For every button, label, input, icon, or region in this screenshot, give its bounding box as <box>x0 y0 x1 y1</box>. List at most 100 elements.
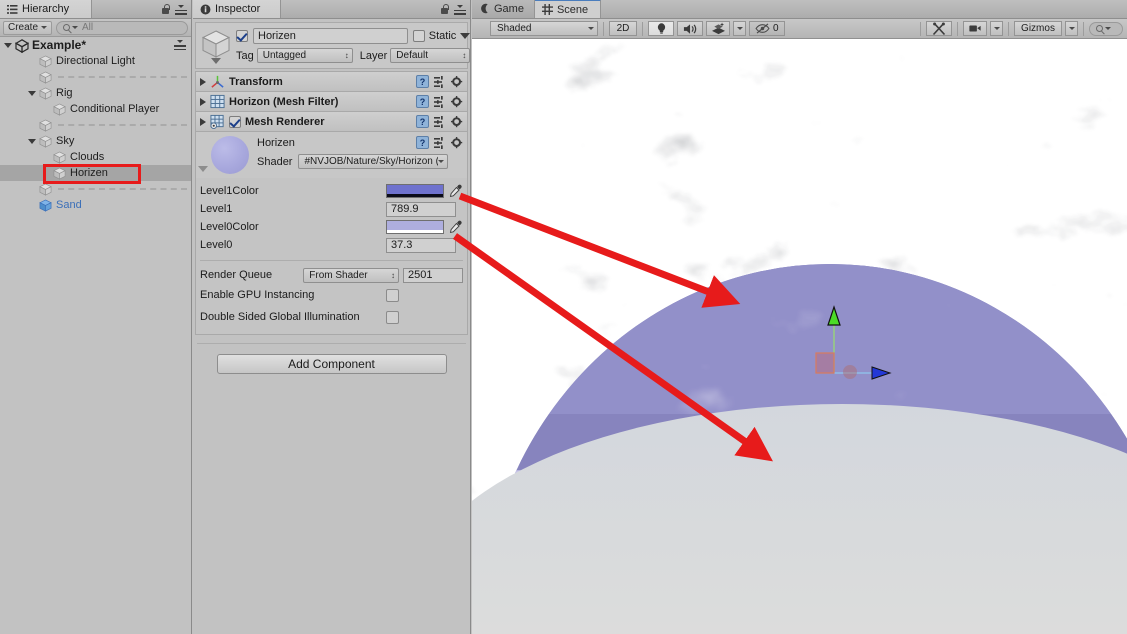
tab-hierarchy[interactable]: Hierarchy <box>0 0 92 18</box>
component-transform[interactable]: Transform? <box>195 71 468 91</box>
mesh-renderer-icon <box>210 114 225 129</box>
effects-dropdown[interactable] <box>733 21 746 36</box>
hierarchy-item-clouds[interactable]: Clouds <box>0 149 191 165</box>
search-filter-chevron-icon <box>1105 27 1111 30</box>
gameobject-enabled-checkbox[interactable] <box>236 30 248 42</box>
gear-icon[interactable] <box>451 75 463 88</box>
transform-gizmo[interactable] <box>802 301 892 391</box>
chevron-down-icon[interactable] <box>28 138 36 144</box>
lock-icon[interactable] <box>440 4 449 15</box>
effects-toggle[interactable] <box>706 21 730 36</box>
gpu-instancing-checkbox[interactable] <box>386 288 399 302</box>
eyedropper-icon[interactable] <box>449 220 463 234</box>
transform-icon <box>210 74 225 89</box>
hierarchy-panel: Hierarchy Create All Example* Directional… <box>0 0 192 634</box>
scene-grid-icon <box>541 4 553 15</box>
draw-mode-dropdown[interactable]: Shaded <box>490 21 598 36</box>
gameobject-cube-icon <box>53 151 66 164</box>
hierarchy-item-horizen[interactable]: Horizen <box>0 165 191 181</box>
scene-context-menu-icon[interactable] <box>174 40 186 50</box>
hierarchy-search-placeholder: All <box>82 22 94 33</box>
chevron-down-icon <box>588 27 594 30</box>
tools-button[interactable] <box>926 21 952 36</box>
two-d-label: 2D <box>616 23 630 34</box>
camera-button[interactable] <box>963 21 987 36</box>
component-row-icons: ? <box>416 75 463 88</box>
help-icon[interactable]: ? <box>416 115 429 128</box>
static-toggle[interactable]: Static <box>412 30 471 42</box>
component-horizon-mesh-filter[interactable]: Horizon (Mesh Filter)? <box>195 91 468 111</box>
gameobject-name-input[interactable]: Horizen <box>253 28 408 44</box>
tab-scene[interactable]: Scene <box>534 0 601 18</box>
material-property-level0color: Level0Color <box>200 218 463 236</box>
gizmos-dropdown[interactable] <box>1065 21 1078 36</box>
gizmo-x-handle <box>871 366 892 380</box>
camera-dropdown[interactable] <box>990 21 1003 36</box>
help-icon[interactable]: ? <box>416 75 429 88</box>
hierarchy-item-sand[interactable]: Sand <box>0 197 191 213</box>
chevron-right-icon[interactable] <box>200 77 206 86</box>
gear-icon[interactable] <box>451 95 463 108</box>
render-queue-dropdown[interactable]: From Shader ↕ <box>303 267 399 283</box>
gear-icon[interactable] <box>451 115 463 128</box>
hierarchy-item-rig[interactable]: Rig <box>0 85 191 101</box>
preset-icon[interactable] <box>434 115 446 128</box>
gizmos-button[interactable]: Gizmos <box>1014 21 1062 36</box>
number-value: 37.3 <box>391 239 413 251</box>
eyedropper-icon[interactable] <box>449 184 463 198</box>
hierarchy-scene-root[interactable]: Example* <box>0 37 191 53</box>
tab-inspector[interactable]: Inspector <box>193 0 281 18</box>
inspector-menu-icon[interactable] <box>454 4 466 15</box>
component-mesh-renderer[interactable]: Mesh Renderer? <box>195 111 468 131</box>
static-checkbox[interactable] <box>412 30 425 42</box>
divider <box>603 21 604 36</box>
gear-icon[interactable] <box>451 136 463 149</box>
material-property-label: Level1 <box>200 203 233 215</box>
layer-dropdown[interactable]: Default ↕ <box>390 48 471 63</box>
material-property-level1: Level1 789.9 <box>200 200 463 218</box>
hierarchy-divider <box>58 188 187 190</box>
hierarchy-item-sky[interactable]: Sky <box>0 133 191 149</box>
create-button-label: Create <box>8 22 39 33</box>
material-foldout-icon[interactable] <box>198 166 208 172</box>
two-d-toggle[interactable]: 2D <box>609 21 637 36</box>
inspector-body: Horizen Static Tag Untagged ↕ Layer Defa… <box>193 22 471 374</box>
component-enabled-checkbox[interactable] <box>229 115 241 128</box>
number-input-level1[interactable]: 789.9 <box>386 201 456 217</box>
color-swatch-level0color[interactable] <box>386 220 444 234</box>
hidden-objects-toggle[interactable]: 0 <box>749 21 785 36</box>
number-input-level0[interactable]: 37.3 <box>386 237 456 253</box>
hierarchy-item-directional-light[interactable]: Directional Light <box>0 53 191 69</box>
chevron-right-icon[interactable] <box>200 97 206 106</box>
chevron-down-icon <box>438 160 445 163</box>
info-icon <box>200 4 211 14</box>
chevron-down-icon[interactable] <box>28 90 36 96</box>
static-dropdown-chevron-icon[interactable] <box>460 33 471 39</box>
chevron-right-icon[interactable] <box>200 117 206 126</box>
help-icon[interactable]: ? <box>416 95 429 108</box>
color-swatch-level1color[interactable] <box>386 184 444 198</box>
hierarchy-menu-icon[interactable] <box>175 4 187 15</box>
help-icon[interactable]: ? <box>416 136 429 149</box>
scene-viewport[interactable] <box>472 21 1127 634</box>
material-property-label: Level0 <box>200 239 233 251</box>
lock-icon[interactable] <box>161 4 170 15</box>
shader-dropdown[interactable]: #NVJOB/Nature/Sky/Horizon (Tr. <box>298 154 449 169</box>
double-sided-gi-checkbox[interactable] <box>386 310 399 324</box>
hierarchy-item-conditional-player[interactable]: Conditional Player <box>0 101 191 117</box>
preset-icon[interactable] <box>434 136 446 149</box>
hierarchy-search-input[interactable]: All <box>56 20 188 35</box>
audio-toggle[interactable] <box>677 21 703 36</box>
render-queue-value-input[interactable]: 2501 <box>403 267 463 283</box>
add-component-button[interactable]: Add Component <box>216 354 447 374</box>
tab-game[interactable]: Game <box>472 0 535 18</box>
lighting-toggle[interactable] <box>648 21 674 36</box>
gizmo-y-handle <box>827 305 841 326</box>
component-list: Transform? Horizon (Mesh Filter)? Mesh Ren… <box>193 71 470 131</box>
tag-dropdown[interactable]: Untagged ↕ <box>256 48 353 63</box>
preset-icon[interactable] <box>434 95 446 108</box>
chevron-down-icon[interactable] <box>4 42 12 48</box>
preset-icon[interactable] <box>434 75 446 88</box>
scene-search-input[interactable] <box>1089 21 1123 36</box>
create-button[interactable]: Create <box>3 20 53 35</box>
